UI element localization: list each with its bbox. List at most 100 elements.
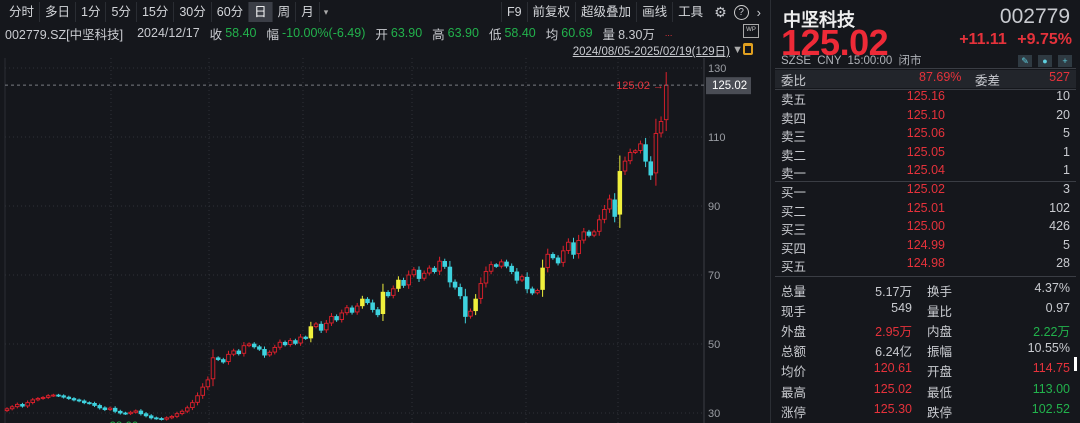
candle — [524, 276, 530, 290]
pencil-icon[interactable]: ✎ — [1018, 55, 1032, 67]
candle — [519, 276, 525, 281]
stat-label: 现手 — [781, 305, 807, 320]
candle — [530, 288, 535, 294]
candle — [210, 357, 216, 380]
candle — [87, 402, 92, 405]
level-price: 125.16 — [906, 89, 945, 103]
lock-icon[interactable] — [743, 43, 753, 55]
candle — [20, 404, 25, 407]
close-value: 58.40 — [225, 26, 257, 40]
tab-period[interactable]: 多日 — [40, 2, 77, 22]
wp-icon[interactable]: WP — [743, 24, 759, 38]
order-ratio-row: 委比 87.69% 委差 527 — [775, 70, 1076, 88]
candle — [35, 398, 41, 401]
date-range[interactable]: 2024/08/05-2025/02/19(129日) — [573, 43, 730, 59]
tab-period[interactable]: 30分 — [174, 2, 212, 22]
stat-label: 振幅 — [927, 345, 953, 360]
candle — [648, 161, 654, 176]
candle — [437, 260, 442, 272]
toolbar-button[interactable]: 画线 — [636, 2, 672, 22]
toolbar-button[interactable]: F9 — [500, 2, 527, 22]
candle — [560, 250, 566, 263]
candle — [318, 323, 324, 331]
candle — [483, 271, 489, 284]
candlestick-chart[interactable]: 30507090110130125.02 →125.0228.00 → — [0, 58, 765, 423]
stat-value: 114.75 — [1032, 361, 1070, 376]
candle — [4, 408, 10, 412]
chevron-right-icon[interactable]: › — [757, 5, 761, 20]
level-label: 卖四 — [781, 111, 807, 126]
level-volume: 1 — [1063, 163, 1070, 178]
more-periods-icon[interactable]: ▾ — [324, 7, 329, 18]
level-label: 买三 — [781, 223, 807, 238]
order-book-row: 卖一 125.04 1 — [781, 163, 1070, 181]
candle — [638, 143, 643, 151]
candle — [360, 298, 365, 307]
toolbar-button[interactable]: 工具 — [672, 2, 708, 22]
stat-label: 最高 — [781, 385, 807, 400]
candle — [15, 403, 20, 408]
candle — [396, 279, 401, 289]
divider — [775, 276, 1076, 277]
plus-icon[interactable]: + — [1058, 55, 1072, 67]
level-price: 125.10 — [906, 107, 945, 122]
tab-period[interactable]: 周 — [273, 2, 297, 22]
max-price-label: 125.02 → — [616, 80, 664, 92]
order-book-row: 卖二 125.05 1 — [781, 145, 1070, 163]
high-value: 63.90 — [447, 26, 479, 40]
tab-period[interactable]: 月 — [296, 2, 320, 22]
level-price: 124.99 — [906, 237, 945, 252]
candle — [308, 326, 314, 339]
candle — [221, 359, 226, 363]
chart-area: 分时 多日 1分 5分 15分 30分 60分日周月 ▾ F9 前复权 超级叠加 画线 工具 ⚙ ?… — [0, 0, 765, 423]
level-volume: 28 — [1056, 256, 1070, 271]
settings-icon[interactable]: ⚙ — [714, 4, 727, 21]
last-price-tag-text: 125.02 — [712, 80, 747, 92]
candle — [509, 265, 514, 272]
candle — [169, 416, 175, 419]
bell-icon[interactable]: ● — [1038, 55, 1052, 67]
candle — [535, 290, 540, 294]
stat-label: 开盘 — [927, 365, 953, 380]
candle — [303, 336, 308, 339]
candle — [658, 121, 664, 134]
scrollbar[interactable] — [1074, 357, 1077, 371]
market-meta: SZSE CNY 15:00:00 闭市 — [781, 52, 922, 68]
candle — [586, 231, 592, 236]
y-tick-label: 30 — [708, 408, 720, 420]
candle — [102, 407, 108, 411]
level-price: 125.06 — [906, 126, 945, 141]
stat-value: 6.24亿 — [875, 345, 912, 360]
stat-row: 外盘 2.95万 内盘 2.22万 — [781, 321, 1070, 341]
candle — [447, 266, 453, 283]
change-pct: +9.75% — [1017, 31, 1072, 48]
tab-period[interactable]: 分时 — [4, 2, 41, 22]
toolbar-button[interactable]: 前复权 — [526, 2, 576, 22]
candle-info-bar: 002779.SZ[中坚科技] 2024/12/17 收 58.40 幅 -10.0… — [5, 24, 675, 42]
more-dots[interactable]: ... — [665, 28, 673, 38]
candle — [385, 291, 391, 297]
candle — [463, 296, 468, 317]
tab-period[interactable]: 1分 — [76, 2, 107, 22]
order-book-row: 买五 124.98 28 — [781, 256, 1070, 274]
range-dropdown-icon[interactable]: ▼ — [732, 44, 743, 56]
stat-value: 4.37% — [1034, 281, 1070, 295]
tab-period[interactable]: 15分 — [137, 2, 175, 22]
candle — [262, 349, 267, 356]
candle — [118, 410, 123, 414]
tab-period[interactable]: 5分 — [106, 2, 137, 22]
tab-period[interactable]: 60分 — [212, 2, 250, 22]
stat-label: 均价 — [781, 365, 807, 380]
candle — [597, 219, 602, 232]
candle — [174, 413, 180, 417]
candle — [112, 407, 118, 412]
toolbar-button[interactable]: 超级叠加 — [575, 2, 636, 22]
tab-period[interactable]: 日 — [249, 2, 273, 22]
help-icon[interactable]: ? — [733, 4, 749, 20]
vol-label: 量 — [602, 27, 616, 42]
candle — [566, 241, 571, 251]
candle — [30, 399, 36, 403]
high-label: 高 — [432, 27, 445, 42]
candle — [354, 305, 360, 313]
candle — [627, 152, 633, 162]
